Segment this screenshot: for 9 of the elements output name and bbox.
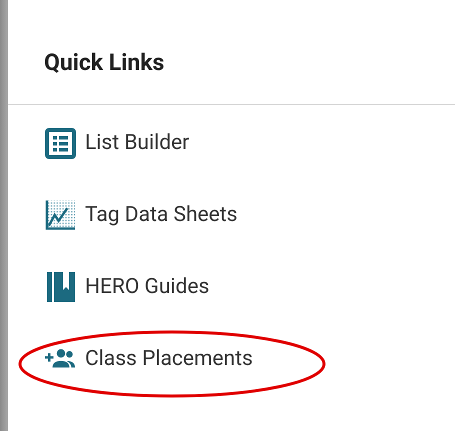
line-chart-icon	[45, 199, 76, 231]
add-people-icon	[45, 348, 76, 370]
quick-link[interactable]: Class Placements	[85, 347, 253, 371]
panel-title: Quick Links	[43, 48, 166, 78]
quick-link[interactable]: HERO Guides	[85, 275, 210, 299]
book-icon	[46, 271, 76, 303]
quick-link[interactable]: Tag Data Sheets	[85, 203, 238, 227]
list-icon	[45, 128, 76, 158]
quick-link[interactable]: List Builder	[85, 131, 190, 155]
